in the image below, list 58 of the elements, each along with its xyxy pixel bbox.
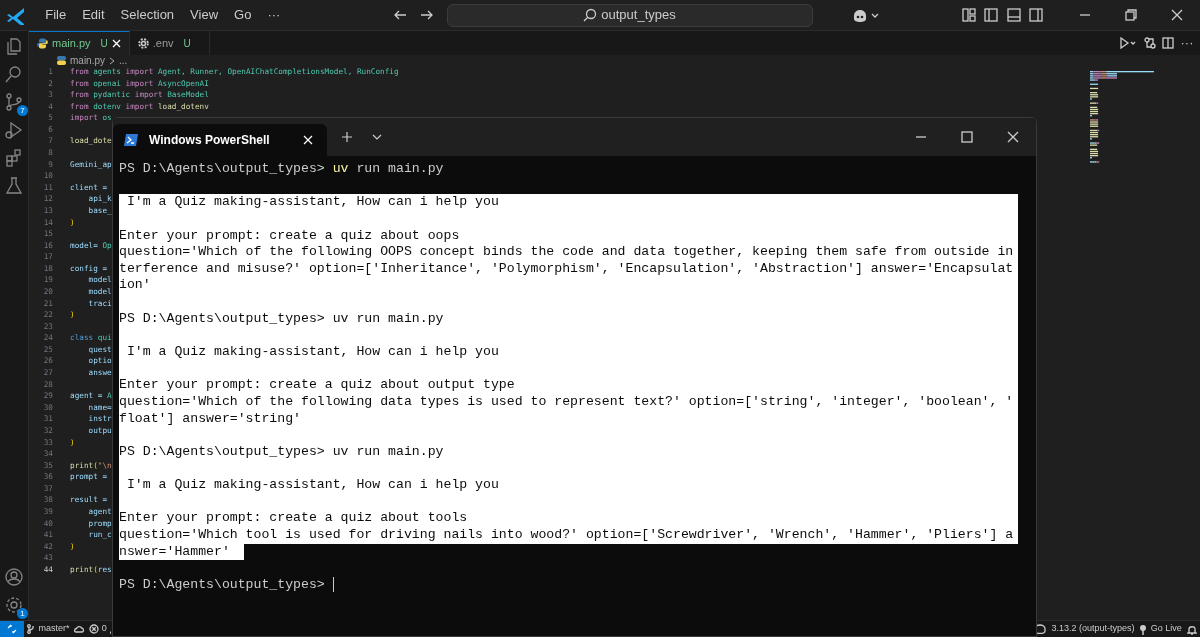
badge-count: 7 xyxy=(17,105,28,116)
flask-icon[interactable] xyxy=(4,176,24,196)
extensions-icon[interactable] xyxy=(4,148,24,168)
python-icon xyxy=(57,56,66,65)
powershell-icon xyxy=(123,133,139,147)
editor-tab[interactable]: .env U xyxy=(129,31,210,55)
menu-item[interactable]: View xyxy=(182,5,227,25)
python-icon xyxy=(37,38,48,49)
terminal-tab[interactable]: Windows PowerShell xyxy=(113,124,327,156)
settings-icon[interactable] xyxy=(4,595,24,615)
split-editor-icon[interactable] xyxy=(1162,37,1174,49)
back-arrow-icon[interactable] xyxy=(392,9,407,21)
go-live-button[interactable]: Go Live xyxy=(1139,622,1182,636)
remote-icon xyxy=(7,624,17,634)
problems-button[interactable]: 0 xyxy=(88,622,111,636)
run-icon[interactable] xyxy=(1119,37,1137,49)
badge-count: 1 xyxy=(17,608,28,619)
remote-button[interactable] xyxy=(0,621,24,637)
error-icon xyxy=(88,624,99,634)
menu-item[interactable]: Go xyxy=(226,5,260,25)
layout-icon[interactable] xyxy=(960,7,977,23)
terminal-prompt: PS D:\Agents\output_types> xyxy=(119,577,1018,594)
interpreter-button[interactable]: 3.13.2 (output-types) xyxy=(1051,622,1135,636)
more-actions-button[interactable]: ··· xyxy=(1180,33,1194,53)
breadcrumb-item[interactable]: main.py xyxy=(70,53,105,68)
menu-item[interactable]: Selection xyxy=(112,5,183,25)
new-tab-icon[interactable] xyxy=(341,131,353,143)
restore-icon[interactable] xyxy=(1122,7,1140,23)
editor-tab[interactable]: main.py U xyxy=(29,31,130,55)
bell-icon[interactable] xyxy=(1186,623,1197,635)
source-control-icon[interactable] xyxy=(4,92,24,112)
dropdown-caret-icon[interactable] xyxy=(372,134,382,140)
compare-changes-icon[interactable] xyxy=(1143,37,1156,49)
run-debug-icon[interactable] xyxy=(4,120,24,140)
forward-arrow-icon[interactable] xyxy=(419,9,434,21)
search-field[interactable]: output_types xyxy=(446,3,813,27)
close-icon[interactable] xyxy=(303,135,313,145)
secondary-sidebar-icon[interactable] xyxy=(1028,7,1044,23)
branch-icon xyxy=(27,624,36,634)
search-icon[interactable] xyxy=(4,64,24,84)
menu-item[interactable]: Edit xyxy=(74,5,113,25)
close-icon[interactable] xyxy=(111,39,121,48)
search-icon xyxy=(583,8,598,22)
close-icon[interactable] xyxy=(1005,129,1021,145)
maximize-icon[interactable] xyxy=(959,129,975,145)
menu-item[interactable]: ··· xyxy=(259,5,289,25)
files-icon[interactable] xyxy=(4,36,24,56)
gear-icon xyxy=(137,37,149,49)
sidebar-toggle-icon[interactable] xyxy=(983,7,999,23)
terminal-command-line: PS D:\Agents\output_types> uv run main.py xyxy=(119,161,445,178)
branch-button[interactable]: master* xyxy=(27,622,70,636)
broadcast-icon xyxy=(1139,623,1148,635)
menu-item[interactable]: File xyxy=(37,5,75,25)
account-icon[interactable] xyxy=(4,567,24,587)
breadcrumb-item[interactable]: ... xyxy=(119,53,128,68)
cloud-sync-icon[interactable] xyxy=(72,624,85,634)
chevron-icon xyxy=(109,56,115,65)
panel-toggle-icon[interactable] xyxy=(1005,7,1022,23)
